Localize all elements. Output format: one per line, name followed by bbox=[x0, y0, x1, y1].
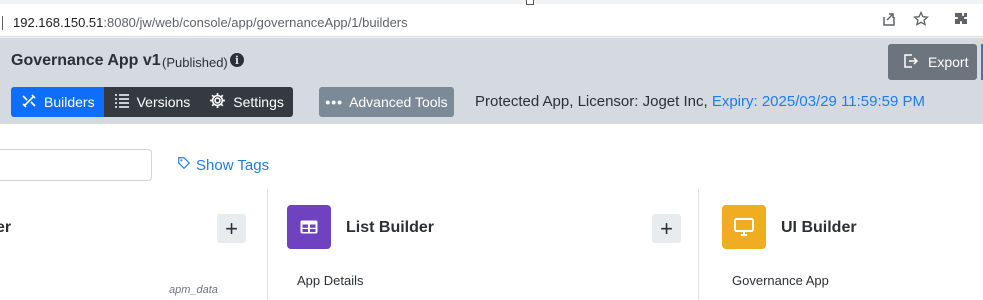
url-field[interactable]: 192.168.150.51:8080/jw/web/console/app/g… bbox=[0, 4, 983, 37]
builders-icon bbox=[21, 93, 37, 112]
share-icon[interactable] bbox=[880, 10, 898, 28]
tab-settings[interactable]: Settings bbox=[199, 87, 293, 117]
app-header: Governance App v1 (Published) i Export B… bbox=[0, 38, 983, 124]
monitor-icon[interactable] bbox=[722, 205, 766, 249]
form-builder-title-partial[interactable]: er bbox=[0, 219, 11, 237]
text-caret bbox=[2, 16, 3, 30]
add-list-button[interactable]: + bbox=[652, 214, 681, 243]
export-button[interactable]: Export bbox=[888, 44, 977, 80]
ui-builder-title[interactable]: UI Builder bbox=[781, 219, 857, 237]
app-title: Governance App v1 bbox=[11, 52, 161, 69]
add-form-button[interactable]: + bbox=[217, 214, 246, 243]
window-notch bbox=[526, 0, 534, 5]
license-text: Protected App, Licensor: Joget Inc, bbox=[475, 93, 708, 110]
extensions-icon[interactable] bbox=[952, 10, 970, 28]
publish-status: (Published) bbox=[162, 55, 228, 70]
advanced-tools-label: Advanced Tools bbox=[349, 94, 448, 110]
versions-icon bbox=[114, 93, 130, 112]
tag-icon bbox=[177, 156, 191, 174]
tab-versions[interactable]: Versions bbox=[103, 87, 200, 117]
tab-builders[interactable]: Builders bbox=[11, 87, 104, 117]
gear-icon bbox=[209, 92, 226, 112]
url-host: 192.168.150.51 bbox=[13, 15, 104, 30]
browser-address-bar: 192.168.150.51:8080/jw/web/console/app/g… bbox=[0, 0, 983, 38]
card-subtitle[interactable]: Governance App bbox=[732, 273, 829, 288]
card-subtitle: apm_data bbox=[169, 284, 218, 296]
url-path: :8080/jw/web/console/app/governanceApp/1… bbox=[103, 15, 408, 30]
export-label: Export bbox=[928, 54, 969, 70]
advanced-tools-button[interactable]: ••• Advanced Tools bbox=[319, 87, 454, 117]
tab-builders-label: Builders bbox=[44, 94, 95, 110]
url-text[interactable]: 192.168.150.51:8080/jw/web/console/app/g… bbox=[13, 15, 408, 30]
star-icon[interactable] bbox=[912, 10, 930, 28]
show-tags-link[interactable]: Show Tags bbox=[177, 156, 269, 174]
more-dots-icon: ••• bbox=[325, 94, 344, 110]
license-expiry: Expiry: 2025/03/29 11:59:59 PM bbox=[711, 93, 926, 110]
card-divider bbox=[698, 189, 699, 300]
show-tags-label: Show Tags bbox=[196, 156, 270, 174]
license-info: Protected App, Licensor: Joget Inc, Expi… bbox=[475, 93, 925, 110]
export-icon bbox=[902, 53, 919, 72]
tab-versions-label: Versions bbox=[136, 94, 191, 110]
tab-settings-label: Settings bbox=[233, 94, 284, 110]
search-input[interactable] bbox=[0, 149, 152, 181]
card-divider bbox=[267, 189, 268, 300]
builder-tabs: Builders Versions Settings bbox=[11, 87, 293, 117]
card-subtitle[interactable]: App Details bbox=[297, 273, 363, 288]
list-builder-icon[interactable] bbox=[287, 205, 331, 249]
info-icon[interactable]: i bbox=[230, 53, 244, 67]
list-builder-title[interactable]: List Builder bbox=[346, 219, 434, 237]
